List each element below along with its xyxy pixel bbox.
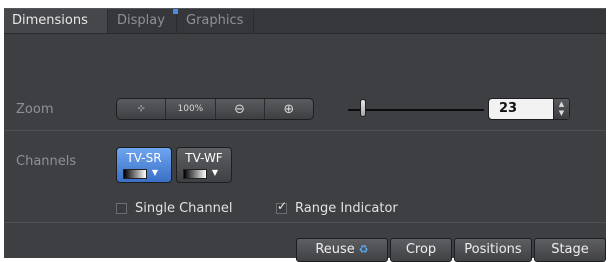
checkbox-box[interactable] [276, 199, 287, 214]
zoom-100-button[interactable]: 100% [166, 99, 216, 119]
range-indicator-label: Range Indicator [295, 200, 398, 216]
tab-display[interactable]: Display [109, 9, 177, 33]
channels-label: Channels [16, 154, 77, 169]
channel-tv-sr-button[interactable]: TV-SR ▼ [116, 147, 172, 183]
image-view-panel: Dimensions Display Graphics Zoom ⊹ 100% … [0, 0, 612, 262]
chevron-down-icon[interactable]: ▼ [208, 168, 222, 178]
reuse-label: Reuse [315, 242, 355, 257]
zoom-button-group: ⊹ 100% ⊖ ⊕ [116, 98, 314, 120]
zoom-slider-track[interactable] [348, 109, 484, 111]
positions-button[interactable]: Positions [454, 238, 532, 262]
fit-icon[interactable]: ⊹ [117, 99, 167, 119]
panel-body: Dimensions Display Graphics Zoom ⊹ 100% … [4, 8, 606, 262]
single-channel-label: Single Channel [135, 200, 233, 216]
bottom-toolbar: Reuse ♻ Crop Positions Stage [296, 238, 610, 262]
chevron-down-icon[interactable]: ▼ [148, 168, 162, 178]
crop-button[interactable]: Crop [390, 238, 452, 262]
recycle-icon: ♻ [358, 243, 369, 256]
zoom-in-icon[interactable]: ⊕ [265, 99, 313, 119]
divider [4, 222, 606, 223]
zoom-slider-handle[interactable] [360, 99, 366, 117]
stage-button[interactable]: Stage [534, 238, 606, 262]
channel-label: TV-WF [185, 151, 223, 165]
tab-strip: Dimensions Display Graphics [4, 9, 606, 34]
zoom-out-icon[interactable]: ⊖ [216, 99, 265, 119]
reuse-button[interactable]: Reuse ♻ [296, 238, 388, 262]
tab-dimensions[interactable]: Dimensions [4, 9, 108, 33]
lut-swatch-icon [123, 169, 147, 179]
lut-swatch-icon [183, 169, 207, 179]
range-indicator-checkbox[interactable]: Range Indicator [276, 199, 398, 216]
zoom-label: Zoom [16, 102, 54, 117]
channel-tv-wf-button[interactable]: TV-WF ▼ [176, 147, 232, 183]
divider [4, 130, 606, 131]
single-channel-checkbox[interactable]: Single Channel [116, 200, 232, 216]
tab-graphics[interactable]: Graphics [178, 9, 254, 33]
checkbox-box[interactable] [116, 202, 127, 214]
zoom-value[interactable]: 23 [499, 99, 517, 119]
channel-label: TV-SR [126, 151, 162, 165]
zoom-value-spinbox[interactable]: 23 ▲ ▼ [488, 98, 570, 120]
spin-arrows-icon[interactable]: ▲ ▼ [553, 99, 569, 119]
